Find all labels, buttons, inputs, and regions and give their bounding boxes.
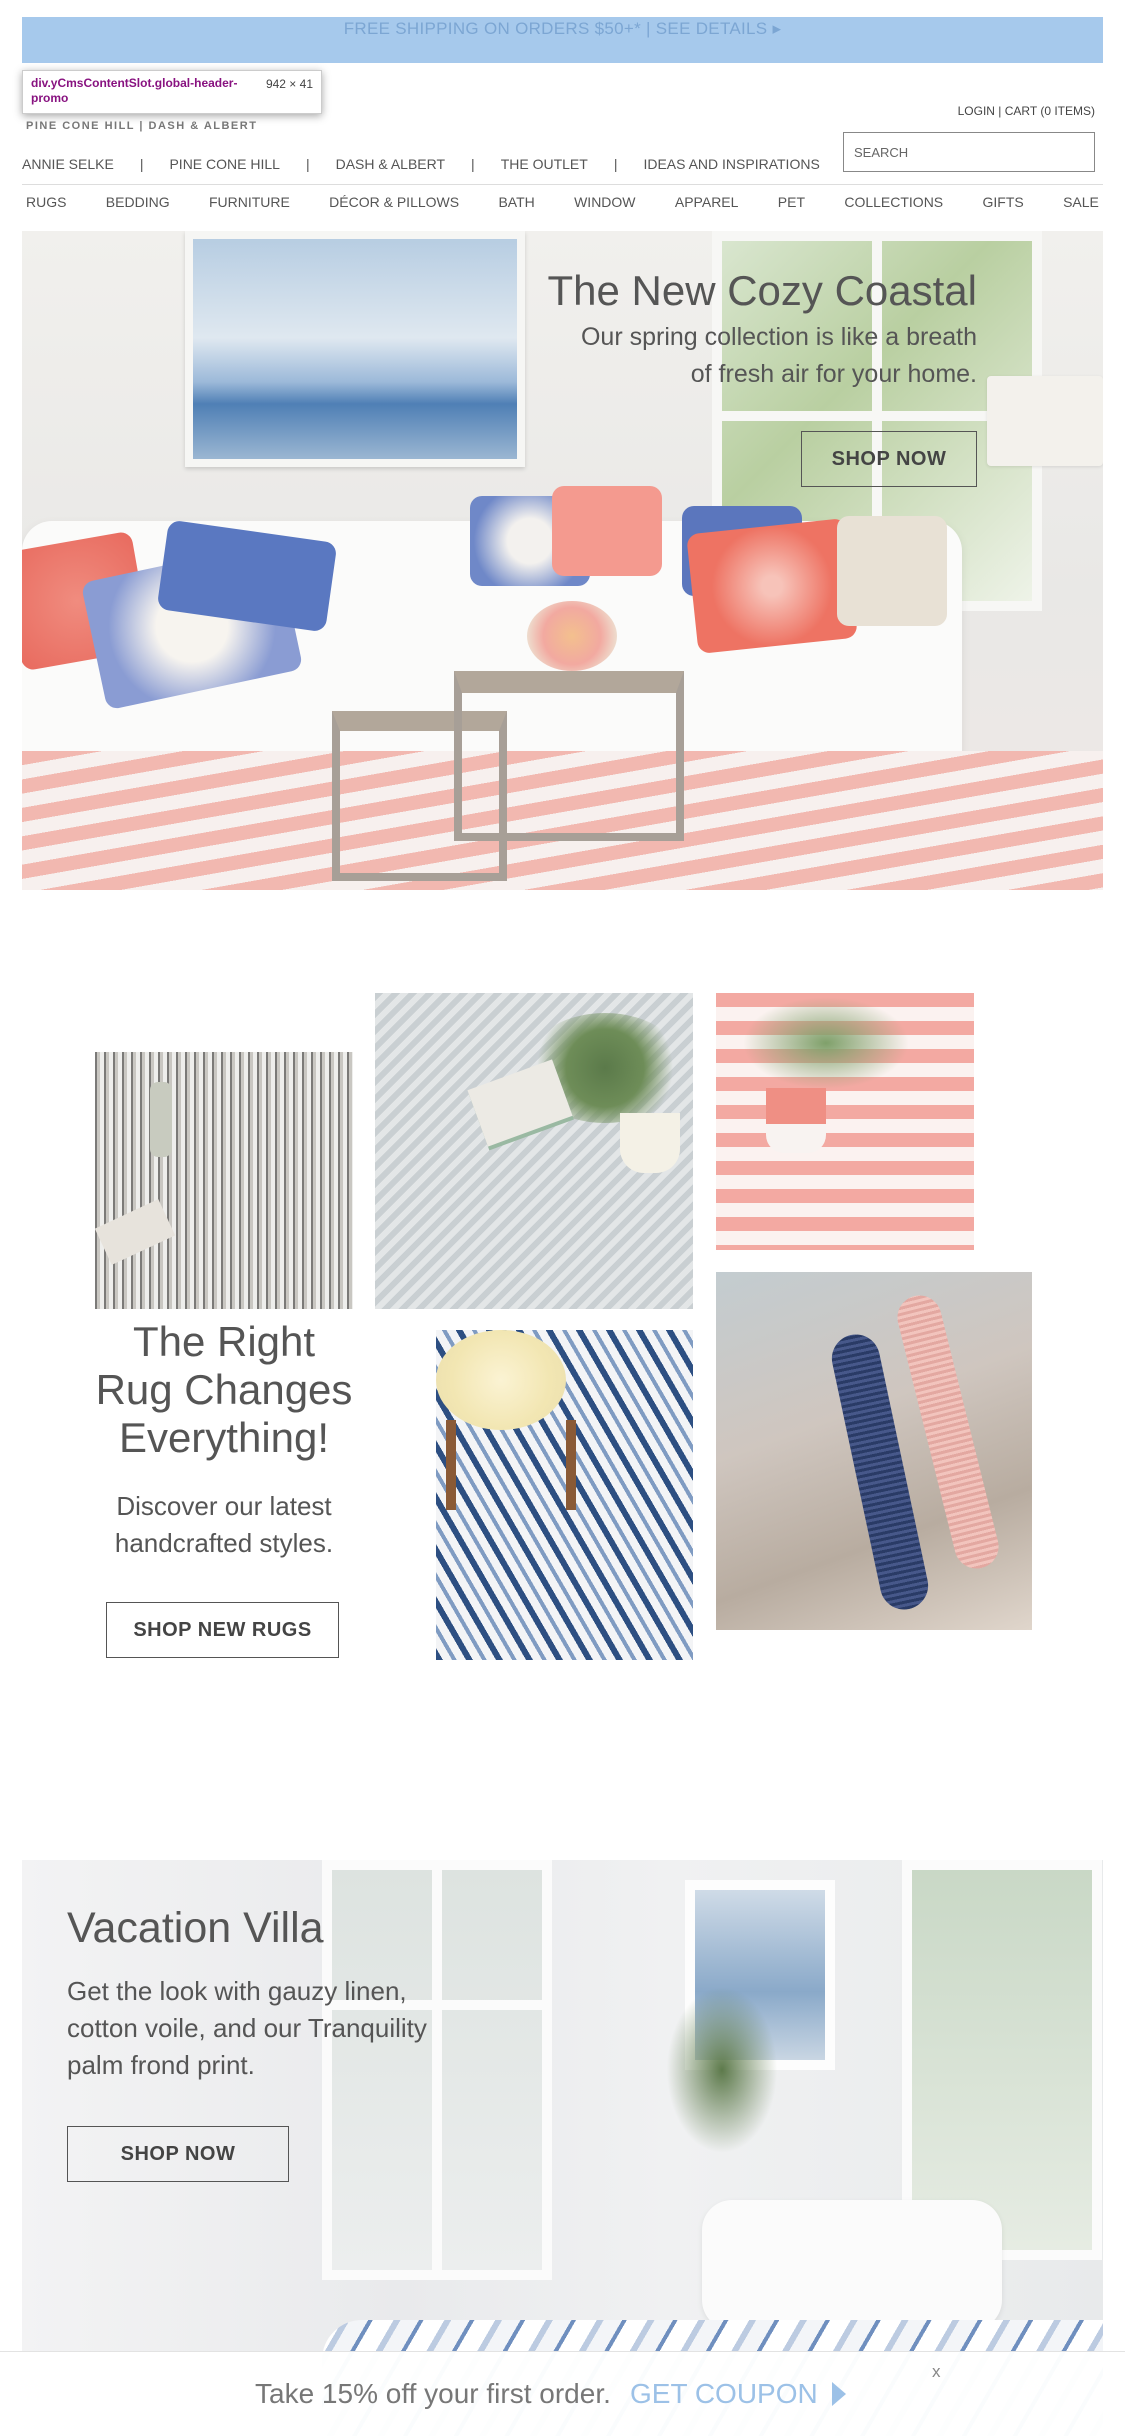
pot-shape — [766, 1088, 826, 1153]
account-separator: | — [998, 104, 1002, 118]
hero-lamp — [987, 376, 1103, 466]
cart-link[interactable]: CART (0 ITEMS) — [1005, 104, 1095, 118]
category-nav: RUGS BEDDING FURNITURE DÉCOR & PILLOWS B… — [22, 194, 1103, 210]
plant-shape — [736, 993, 916, 1093]
hydrangea-shape — [436, 1330, 566, 1430]
rug-image-gray-stripe[interactable] — [95, 1052, 353, 1309]
nav-rugs[interactable]: RUGS — [26, 194, 66, 210]
hero-pillow — [686, 517, 858, 655]
rug-promo-title: The Right Rug Changes Everything! — [95, 1318, 353, 1461]
rug-image-pink-stripe[interactable] — [716, 993, 974, 1250]
villa-text-block: Vacation Villa Get the look with gauzy l… — [67, 1904, 427, 2084]
promo-text[interactable]: FREE SHIPPING ON ORDERS $50+* | SEE DETA… — [344, 19, 782, 39]
brand-separator: | — [613, 156, 618, 172]
coupon-bar: Take 15% off your first order. GET COUPO… — [0, 2351, 1125, 2436]
get-coupon-link[interactable]: GET COUPON — [630, 2378, 818, 2410]
villa-pillow — [702, 2200, 1002, 2330]
shop-new-rugs-button[interactable]: SHOP NEW RUGS — [106, 1602, 339, 1658]
nav-furniture[interactable]: FURNITURE — [209, 194, 290, 210]
login-link[interactable]: LOGIN — [958, 104, 995, 118]
rug-promo-subtitle: Discover our latest handcrafted styles. — [114, 1491, 334, 1558]
hero-wall-art — [185, 231, 525, 467]
nav-window[interactable]: WINDOW — [574, 194, 635, 210]
close-icon[interactable]: x — [932, 2362, 941, 2382]
hero-title: The New Cozy Coastal — [547, 267, 978, 314]
vacation-villa-banner[interactable]: Vacation Villa Get the look with gauzy l… — [22, 1860, 1103, 2436]
book-shape — [95, 1199, 176, 1265]
rug-image-blue-chevron[interactable] — [436, 1330, 693, 1660]
stool-shape — [446, 1420, 576, 1510]
global-header-promo[interactable]: FREE SHIPPING ON ORDERS $50+* | SEE DETA… — [22, 17, 1103, 63]
account-links: LOGIN | CART (0 ITEMS) — [958, 104, 1095, 118]
nav-pet[interactable]: PET — [778, 194, 805, 210]
brand-annie-selke[interactable]: ANNIE SELKE — [22, 156, 114, 172]
hero-pillow — [552, 486, 662, 576]
hero-banner[interactable]: The New Cozy Coastal Our spring collecti… — [22, 231, 1103, 890]
brand-the-outlet[interactable]: THE OUTLET — [501, 156, 588, 172]
brand-logo-line[interactable]: PINE CONE HILL | DASH & ALBERT — [26, 120, 257, 132]
hero-text-block: The New Cozy Coastal Our spring collecti… — [548, 267, 978, 393]
coupon-text: Take 15% off your first order. — [255, 2378, 611, 2409]
nav-apparel[interactable]: APPAREL — [675, 194, 739, 210]
pot-shape — [620, 1113, 680, 1173]
nav-divider — [22, 184, 1103, 185]
search-input[interactable] — [843, 132, 1095, 172]
villa-shop-now-button[interactable]: SHOP NOW — [67, 2126, 289, 2182]
hero-coffee-table — [454, 671, 684, 841]
brand-dash-albert[interactable]: DASH & ALBERT — [336, 156, 445, 172]
brand-separator: | — [471, 156, 475, 172]
book-shape — [467, 1059, 573, 1147]
hero-subtitle: Our spring collection is like a breath o… — [580, 323, 977, 388]
brand-nav: ANNIE SELKE | PINE CONE HILL | DASH & AL… — [22, 156, 820, 172]
vase-shape — [150, 1082, 172, 1157]
tooltip-size: 942 × 41 — [265, 77, 313, 91]
chevron-right-icon[interactable] — [832, 2382, 846, 2406]
rug-promo-text: The Right Rug Changes Everything! Discov… — [95, 1318, 353, 1562]
brand-separator: | — [139, 156, 144, 172]
tooltip-selector: div.yCmsContentSlot.global-header-promo — [31, 76, 238, 105]
nav-sale[interactable]: SALE — [1063, 194, 1099, 210]
hero-pillow — [837, 516, 947, 626]
villa-plant — [662, 1980, 782, 2160]
nav-collections[interactable]: COLLECTIONS — [844, 194, 943, 210]
devtools-inspect-tooltip: div.yCmsContentSlot.global-header-promo … — [22, 70, 322, 114]
hero-flowers — [527, 601, 617, 671]
rug-image-herringbone[interactable] — [375, 993, 693, 1309]
brand-separator: | — [305, 156, 310, 172]
nav-bedding[interactable]: BEDDING — [106, 194, 170, 210]
nav-gifts[interactable]: GIFTS — [983, 194, 1024, 210]
villa-title: Vacation Villa — [67, 1904, 324, 1952]
hero-shop-now-button[interactable]: SHOP NOW — [801, 431, 977, 487]
brand-pine-cone-hill[interactable]: PINE CONE HILL — [169, 156, 279, 172]
villa-subtitle: Get the look with gauzy linen, cotton vo… — [67, 1976, 427, 2080]
brand-ideas-inspirations[interactable]: IDEAS AND INSPIRATIONS — [643, 156, 819, 172]
rug-image-rolled-rugs[interactable] — [716, 1272, 1032, 1630]
nav-decor-pillows[interactable]: DÉCOR & PILLOWS — [329, 194, 459, 210]
nav-bath[interactable]: BATH — [498, 194, 534, 210]
